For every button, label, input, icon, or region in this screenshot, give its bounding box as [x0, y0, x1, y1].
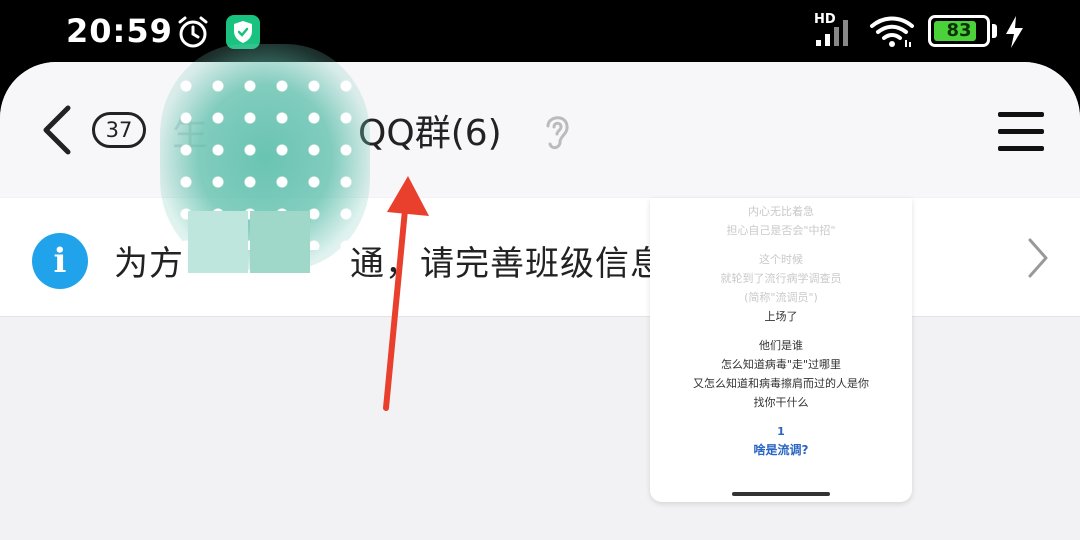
preview-line: 上场了: [764, 310, 798, 323]
wifi-icon: [870, 16, 914, 47]
info-icon: i: [32, 233, 88, 289]
preview-spacer: [650, 412, 912, 422]
preview-line: 就轮到了流行病学调查员: [720, 272, 842, 285]
class-info-notice[interactable]: i 为方 通，请完善班级信息。: [0, 198, 1080, 317]
hd-signal-icon: HD: [814, 12, 858, 48]
article-preview-card[interactable]: 内心无比着急担心自己是否会"中招" 这个时候就轮到了流行病学调查员 (简称"流调员"…: [650, 198, 912, 502]
charging-icon: [1006, 16, 1023, 48]
battery-percent: 83: [946, 20, 972, 41]
preview-line: 1: [777, 425, 785, 438]
chat-title-trailing: QQ群(6): [358, 113, 502, 154]
status-bar: 20:59 HD 83: [0, 0, 1080, 62]
back-chevron-icon[interactable]: [36, 102, 80, 158]
preview-line: (简称"流调员"): [744, 291, 818, 304]
preview-text: 内心无比着急担心自己是否会"中招" 这个时候就轮到了流行病学调查员 (简称"流调员"…: [650, 198, 912, 460]
redaction-block: [250, 211, 310, 273]
unread-count-badge[interactable]: 37: [92, 112, 146, 148]
preview-line: 担心自己是否会"中招": [726, 224, 836, 237]
status-time: 20:59: [66, 12, 173, 50]
battery-nub: [992, 24, 997, 38]
chevron-right-icon: [1028, 238, 1048, 278]
preview-line: 怎么知道病毒"走"过哪里: [720, 358, 842, 371]
earpiece-icon[interactable]: [540, 110, 574, 152]
battery-icon: 83: [928, 15, 990, 47]
redaction-block: [188, 211, 248, 273]
notice-text-start: 为方: [114, 244, 184, 284]
preview-line: 这个时候: [759, 253, 803, 266]
preview-line: 啥是流调?: [753, 443, 809, 457]
preview-line: 他们是谁: [759, 339, 803, 352]
notice-text-end: 通，请完善班级信息。: [350, 244, 700, 284]
preview-spacer: [650, 240, 912, 250]
preview-line: 找你干什么: [753, 396, 809, 409]
preview-spacer: [650, 326, 912, 336]
preview-home-indicator: [732, 492, 830, 496]
preview-line: 内心无比着急: [748, 205, 814, 218]
preview-line: 又怎么知道和病毒擦肩而过的人是你: [693, 377, 869, 390]
alarm-icon: [178, 16, 208, 48]
menu-icon[interactable]: [996, 110, 1046, 154]
